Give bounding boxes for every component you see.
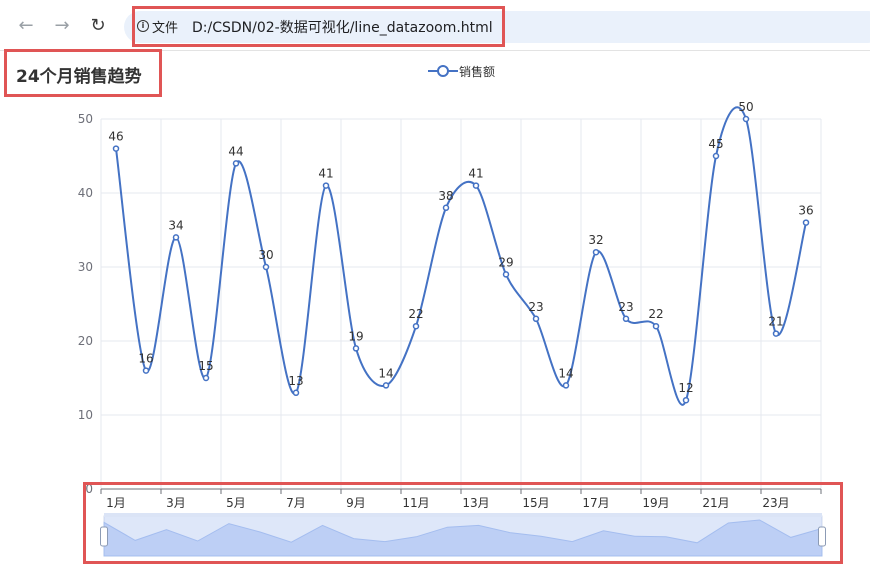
y-tick-label: 10 — [78, 408, 93, 422]
data-label: 32 — [588, 233, 603, 247]
y-tick-label: 20 — [78, 334, 93, 348]
data-point[interactable] — [622, 315, 630, 323]
data-point[interactable] — [352, 345, 360, 352]
data-label: 21 — [768, 315, 783, 329]
y-tick-label: 30 — [78, 260, 93, 274]
data-label: 13 — [288, 374, 303, 388]
y-tick-label: 50 — [78, 112, 93, 126]
data-label: 22 — [408, 307, 423, 321]
data-label: 12 — [678, 381, 693, 395]
data-point[interactable] — [712, 152, 720, 160]
data-label: 19 — [348, 329, 363, 343]
data-point[interactable] — [682, 396, 690, 404]
data-label: 41 — [468, 167, 483, 181]
data-label: 23 — [528, 300, 543, 314]
data-point[interactable] — [562, 382, 570, 389]
data-point[interactable] — [502, 271, 510, 278]
data-label: 15 — [198, 359, 213, 373]
data-point[interactable] — [592, 248, 600, 256]
data-label: 14 — [378, 366, 393, 380]
data-label: 30 — [258, 248, 273, 262]
data-label: 36 — [798, 204, 813, 218]
data-label: 46 — [108, 130, 123, 144]
data-label: 34 — [168, 218, 183, 232]
data-point[interactable] — [412, 322, 420, 330]
data-point[interactable] — [232, 160, 240, 167]
data-point[interactable] — [532, 315, 540, 323]
data-point[interactable] — [112, 145, 120, 152]
data-label: 44 — [228, 144, 243, 158]
data-label: 29 — [498, 255, 513, 269]
data-point[interactable] — [742, 115, 750, 123]
data-point[interactable] — [172, 234, 180, 241]
data-point[interactable] — [772, 330, 780, 337]
data-point[interactable] — [292, 389, 300, 397]
data-label: 50 — [738, 100, 753, 114]
data-point[interactable] — [322, 182, 330, 189]
data-label: 38 — [438, 189, 453, 203]
data-point[interactable] — [802, 219, 810, 226]
data-point[interactable] — [142, 367, 150, 374]
data-label: 22 — [648, 307, 663, 321]
y-tick-label: 40 — [78, 186, 93, 200]
data-point[interactable] — [262, 263, 270, 271]
data-label: 23 — [618, 300, 633, 314]
data-label: 14 — [558, 366, 573, 380]
data-point[interactable] — [382, 382, 390, 389]
data-point[interactable] — [442, 204, 450, 212]
data-label: 16 — [138, 352, 153, 366]
datazoom-highlight-box — [83, 482, 843, 564]
data-label: 45 — [708, 137, 723, 151]
data-point[interactable] — [202, 374, 210, 382]
data-label: 41 — [318, 167, 333, 181]
data-point[interactable] — [652, 322, 660, 330]
data-point[interactable] — [472, 182, 480, 189]
